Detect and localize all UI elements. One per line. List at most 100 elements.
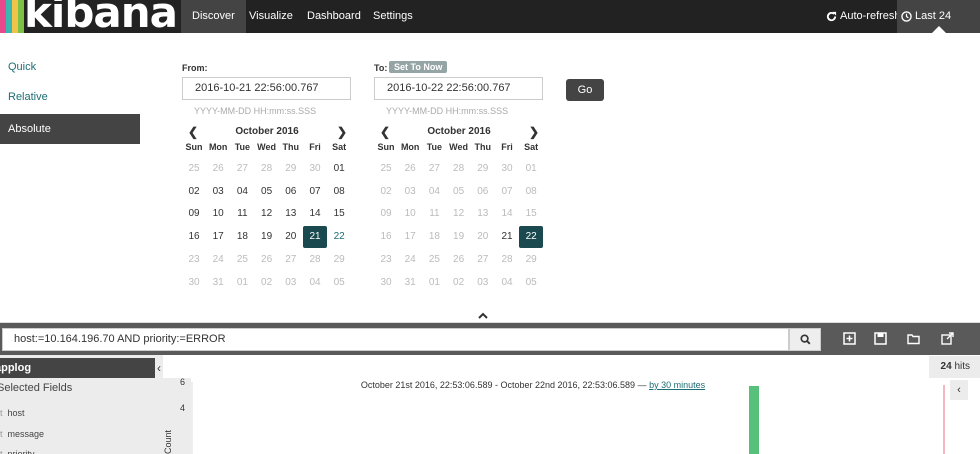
calendar-day[interactable]: 19: [255, 226, 279, 248]
calendar-day: 29: [285, 163, 297, 174]
calendar-day[interactable]: 12: [255, 203, 279, 225]
calendar-day: 04: [501, 276, 513, 288]
mode-absolute[interactable]: Absolute: [0, 114, 140, 144]
month-title[interactable]: October 2016: [374, 124, 544, 140]
calendar-day[interactable]: 03: [206, 181, 230, 203]
query-input[interactable]: host:=10.164.196.70 AND priority:=ERROR: [2, 328, 789, 351]
calendar-day[interactable]: 07: [303, 181, 327, 203]
calendar-day: 25: [428, 253, 440, 265]
calendar-day[interactable]: 01: [327, 158, 351, 180]
calendar-day: 27: [477, 253, 489, 265]
calendar-day[interactable]: 04: [230, 181, 254, 203]
calendar-day: 26: [404, 163, 416, 174]
next-month-icon[interactable]: ❯: [529, 124, 539, 140]
new-search-icon[interactable]: [843, 332, 856, 345]
calendar-day: 30: [501, 163, 513, 174]
calendar-day[interactable]: 22: [519, 226, 544, 249]
calendar-day: 27: [428, 163, 440, 174]
calendar-day: 01: [525, 163, 537, 174]
calendar-day[interactable]: 06: [279, 181, 303, 203]
search-icon: [800, 334, 811, 345]
to-date-input[interactable]: 2016-10-22 22:56:00.767: [374, 77, 543, 100]
nav-settings[interactable]: Settings: [362, 0, 424, 33]
field-message[interactable]: t message: [0, 429, 44, 439]
from-date-input[interactable]: 2016-10-21 22:56:00.767: [182, 77, 351, 100]
calendar-day[interactable]: 20: [279, 226, 303, 248]
prev-month-icon[interactable]: ❮: [380, 124, 390, 140]
auto-refresh-label: Auto-refresh: [840, 10, 901, 22]
calendar-day[interactable]: 11: [230, 203, 254, 225]
calendar-day: 24: [404, 253, 416, 265]
calendar-day: 12: [453, 208, 465, 220]
field-name: priority: [7, 449, 35, 454]
field-type-icon: t: [0, 429, 3, 439]
calendar-day: 20: [477, 231, 489, 243]
calendar-day[interactable]: 17: [206, 226, 230, 248]
auto-refresh-button[interactable]: Auto-refresh: [826, 0, 901, 33]
calendar-day: 16: [380, 231, 392, 243]
chevron-up-icon: [478, 312, 488, 319]
mode-quick[interactable]: Quick: [0, 52, 140, 82]
calendar-day[interactable]: 08: [327, 181, 351, 203]
nav-dashboard[interactable]: Dashboard: [296, 0, 372, 33]
field-sidebar: applog ‹ Selected Fields thost tmessage …: [0, 355, 163, 454]
calendar-day[interactable]: 22: [327, 226, 351, 248]
calendar-day[interactable]: 15: [327, 203, 351, 225]
set-to-now-button[interactable]: Set To Now: [389, 61, 448, 73]
calendar-day[interactable]: 14: [303, 203, 327, 225]
weekday-label: Wed: [449, 142, 469, 152]
y-tick-label: 6: [180, 378, 185, 387]
weekday-label: Thu: [474, 142, 492, 152]
nav-visualize[interactable]: Visualize: [238, 0, 304, 33]
search-button[interactable]: [789, 328, 821, 351]
share-icon[interactable]: [941, 332, 954, 345]
month-title[interactable]: October 2016: [182, 124, 352, 140]
open-folder-icon[interactable]: [907, 332, 920, 345]
calendar-day: 29: [525, 253, 537, 265]
calendar-day: 08: [525, 185, 537, 197]
calendar-day[interactable]: 02: [182, 181, 206, 203]
calendar-day[interactable]: 09: [182, 203, 206, 225]
calendar-day[interactable]: 18: [230, 226, 254, 248]
calendar-day: 23: [380, 253, 392, 265]
kibana-logo[interactable]: kibana: [0, 0, 180, 33]
next-month-icon[interactable]: ❯: [337, 124, 347, 140]
field-host[interactable]: t host: [0, 408, 25, 418]
calendar-day: 30: [309, 163, 321, 174]
calendar-day: 28: [501, 253, 513, 265]
calendar-day: 04: [309, 276, 321, 288]
calendar-day: 03: [285, 276, 297, 288]
calendar-day[interactable]: 21: [303, 226, 327, 249]
go-button[interactable]: Go: [566, 79, 604, 101]
calendar-day: 14: [501, 208, 513, 220]
field-name: host: [7, 408, 25, 418]
calendar-day[interactable]: 13: [279, 203, 303, 225]
weekday-label: Sun: [377, 142, 395, 152]
nav-discover[interactable]: Discover: [181, 0, 246, 33]
to-format-hint: YYYY-MM-DD HH:mm:ss.SSS: [386, 106, 509, 116]
from-label: From:: [182, 63, 208, 73]
calendar-day: 03: [404, 185, 416, 197]
collapse-sidebar-icon[interactable]: ‹: [155, 358, 163, 378]
collapse-timepicker-button[interactable]: [0, 310, 980, 323]
prev-month-icon[interactable]: ❮: [188, 124, 198, 140]
selected-fields-heading: Selected Fields: [0, 382, 73, 394]
index-pattern-label[interactable]: applog: [0, 358, 155, 378]
logo-text: kibana: [24, 0, 178, 33]
calendar-day: 28: [453, 163, 465, 174]
calendar-day: 01: [428, 276, 440, 288]
calendar-day: 30: [380, 276, 392, 288]
calendar-day[interactable]: 05: [255, 181, 279, 203]
calendar-day[interactable]: 21: [495, 226, 519, 248]
calendar-day[interactable]: 16: [182, 226, 206, 248]
save-icon[interactable]: [874, 332, 887, 345]
field-priority[interactable]: t priority: [0, 449, 35, 454]
weekday-label: Fri: [501, 142, 513, 152]
calendar-day[interactable]: 10: [206, 203, 230, 225]
calendar-day: 31: [212, 276, 224, 288]
weekday-label: Tue: [234, 142, 251, 152]
mode-relative[interactable]: Relative: [0, 82, 140, 112]
weekday-label: Fri: [309, 142, 321, 152]
calendar-day: 18: [428, 231, 440, 243]
collapse-chart-icon[interactable]: ‹: [950, 380, 968, 400]
